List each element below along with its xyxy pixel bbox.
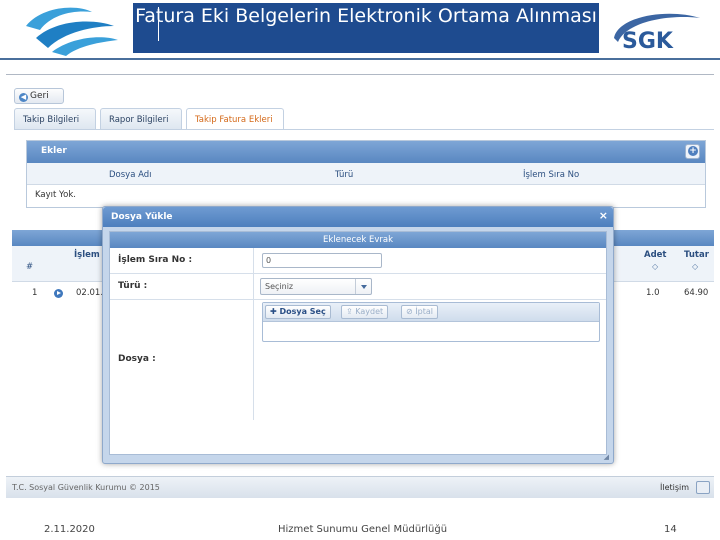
column-turu[interactable]: Türü (335, 170, 353, 180)
app-top-border (6, 74, 714, 75)
tab-divider (14, 129, 714, 130)
ekler-column-headers: Dosya Adı Türü İşlem Sıra No (27, 163, 705, 185)
empty-message: Kayıt Yok. (35, 190, 76, 200)
mail-icon[interactable] (696, 481, 710, 494)
column-tutar[interactable]: Tutar (684, 250, 709, 260)
ekler-header: Ekler (27, 141, 705, 163)
cancel-button[interactable]: ⊘ İptal (401, 305, 438, 319)
tab-rapor-bilgileri[interactable]: Rapor Bilgileri (100, 108, 182, 130)
upload-toolbar: ✚ Dosya Seç ⇪ Kaydet ⊘ İptal (263, 303, 599, 322)
islem-sira-no-input[interactable]: 0 (262, 253, 382, 268)
turu-select[interactable]: Seçiniz (260, 278, 372, 295)
row-adet: 1.0 (646, 288, 660, 298)
upload-dialog: Dosya Yükle × Eklenecek Evrak İşlem Sıra… (102, 206, 614, 464)
dialog-body: Eklenecek Evrak İşlem Sıra No : 0 Türü :… (109, 231, 607, 455)
back-button[interactable]: ◀ Geri (14, 88, 64, 104)
back-button-label: Geri (30, 91, 49, 101)
row-tutar: 64.90 (684, 288, 709, 298)
back-arrow-icon: ◀ (19, 93, 28, 102)
file-upload-box: ✚ Dosya Seç ⇪ Kaydet ⊘ İptal (262, 302, 600, 342)
column-islem-sira-no[interactable]: İşlem Sıra No (523, 170, 579, 180)
sort-icon[interactable]: ◇ (692, 262, 698, 271)
islem-label: İşlem Sıra No : (118, 255, 193, 265)
dosya-label: Dosya : (118, 354, 156, 364)
slide-footer-text: Hizmet Sunumu Genel Müdürlüğü (278, 524, 448, 535)
sort-icon[interactable]: ◇ (652, 262, 658, 271)
copyright-text: T.C. Sosyal Güvenlik Kurumu © 2015 (12, 483, 160, 492)
header-divider (0, 58, 720, 60)
app-footer: T.C. Sosyal Güvenlik Kurumu © 2015 İleti… (6, 476, 714, 498)
column-index: # (26, 262, 34, 272)
close-icon[interactable]: × (599, 209, 608, 222)
sgk-logo: SGK (608, 8, 708, 58)
resize-handle-icon[interactable]: ◢ (604, 453, 609, 461)
contact-link[interactable]: İletişim (660, 483, 689, 492)
form-row-turu: Türü : Seçiniz (110, 274, 606, 300)
section-header: Eklenecek Evrak (110, 232, 606, 248)
tab-takip-bilgileri[interactable]: Takip Bilgileri (14, 108, 96, 130)
svg-text:SGK: SGK (622, 29, 674, 54)
tab-takip-fatura-ekleri[interactable]: Takip Fatura Ekleri (186, 108, 284, 130)
expand-row-icon[interactable] (54, 289, 63, 298)
select-file-button[interactable]: ✚ Dosya Seç (265, 305, 331, 319)
slide-footer-date: 2.11.2020 (44, 524, 95, 535)
row-index: 1 (32, 288, 38, 298)
column-islem[interactable]: İşlem (74, 250, 100, 260)
chevron-down-icon[interactable] (355, 279, 371, 294)
turu-label: Türü : (118, 281, 148, 291)
ekler-title: Ekler (41, 146, 67, 156)
add-attachment-button[interactable] (685, 144, 700, 159)
form-row-islem: İşlem Sıra No : 0 (110, 248, 606, 274)
slide-title: Fatura Eki Belgelerin Elektronik Ortama … (133, 3, 599, 53)
column-dosya-adi[interactable]: Dosya Adı (109, 170, 152, 180)
column-adet[interactable]: Adet (644, 250, 667, 260)
dialog-title-bar[interactable]: Dosya Yükle × (103, 207, 613, 227)
institution-logo-left (22, 4, 122, 56)
slide-page-number: 14 (664, 524, 677, 535)
save-button[interactable]: ⇪ Kaydet (341, 305, 389, 319)
dialog-title: Dosya Yükle (111, 212, 173, 222)
form-row-dosya: Dosya : ✚ Dosya Seç ⇪ Kaydet ⊘ İptal (110, 300, 606, 420)
ekler-panel: Ekler Dosya Adı Türü İşlem Sıra No Kayıt… (26, 140, 706, 208)
